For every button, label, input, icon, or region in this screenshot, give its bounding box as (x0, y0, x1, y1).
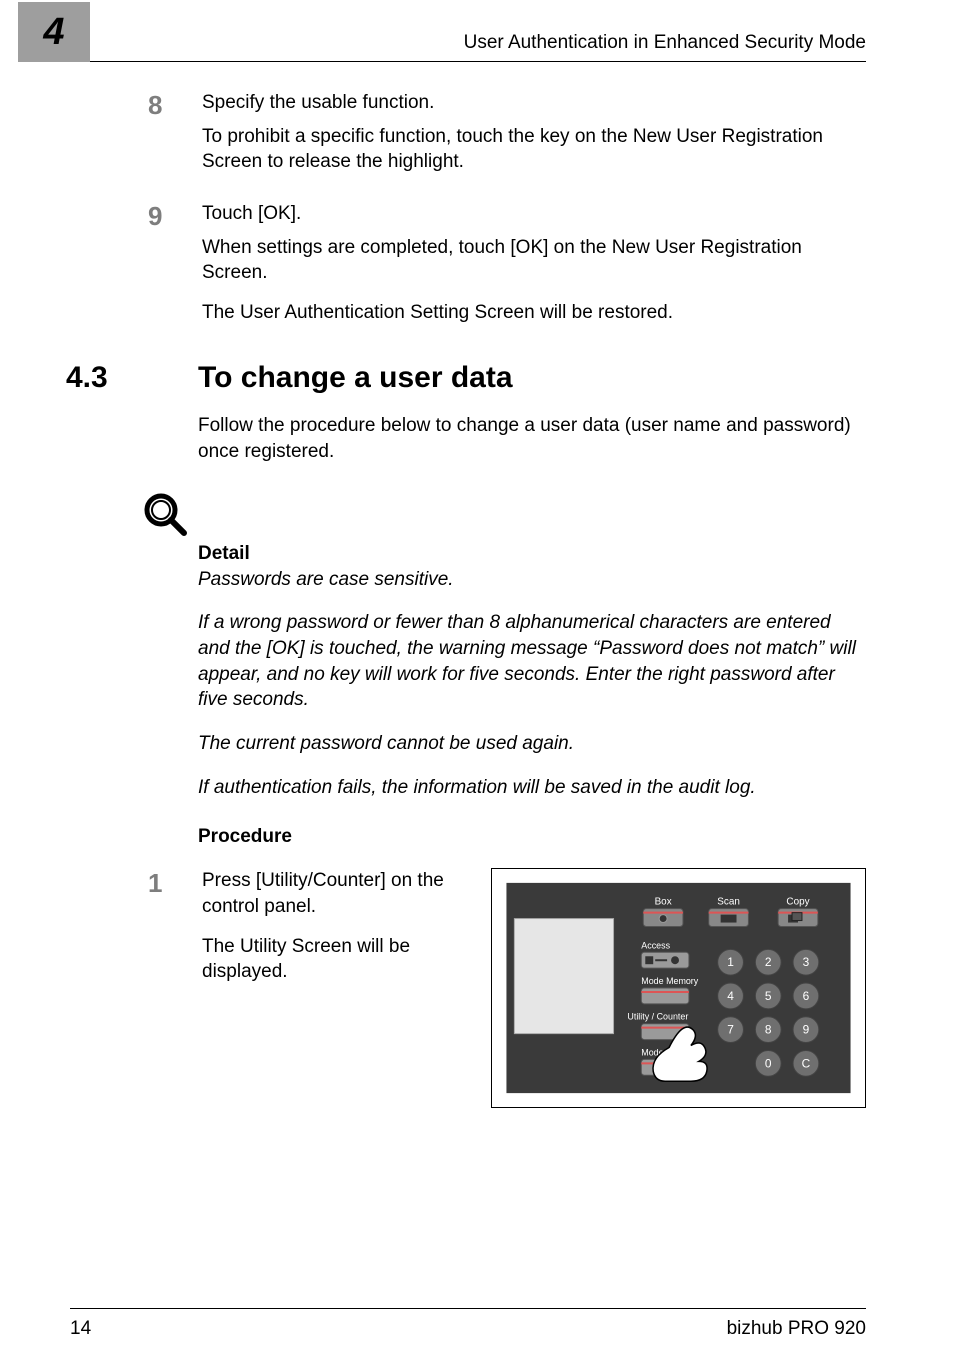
step-text: To prohibit a specific function, touch t… (202, 124, 866, 175)
step-text: The User Authentication Setting Screen w… (202, 300, 866, 326)
keypad-key: 8 (765, 1023, 772, 1037)
detail-text: The current password cannot be used agai… (198, 731, 866, 757)
panel-label-mode-memory: Mode Memory (641, 976, 698, 986)
step-text: Specify the usable function. (202, 90, 866, 116)
panel-label-utility-counter: Utility / Counter (627, 1012, 688, 1022)
section-title: To change a user data (198, 361, 513, 395)
panel-label-box: Box (655, 897, 672, 908)
panel-label-scan: Scan (717, 897, 740, 908)
step-number: 1 (148, 868, 202, 896)
section-number: 4.3 (66, 361, 198, 395)
model-name: bizhub PRO 920 (727, 1318, 866, 1340)
step-text: Press [Utility/Counter] on the control p… (202, 868, 467, 919)
page-number: 14 (70, 1318, 91, 1340)
control-panel-svg: Box Scan Copy (492, 869, 865, 1107)
keypad-key: 4 (727, 989, 734, 1003)
detail-text: If a wrong password or fewer than 8 alph… (198, 610, 866, 713)
panel-label-access: Access (641, 941, 670, 951)
section-heading: 4.3 To change a user data (66, 361, 866, 395)
panel-label-copy: Copy (786, 897, 809, 908)
detail-text: Passwords are case sensitive. (198, 567, 866, 593)
chapter-tab: 4 (18, 2, 90, 62)
keypad-key: 2 (765, 955, 772, 969)
step-number: 8 (148, 90, 202, 175)
running-head: User Authentication in Enhanced Security… (464, 32, 866, 54)
header-rule (90, 61, 866, 62)
keypad-key: 0 (765, 1057, 772, 1071)
control-panel-figure: Box Scan Copy (491, 868, 866, 1108)
keypad-key: 5 (765, 989, 772, 1003)
step-1: 1 Press [Utility/Counter] on the control… (148, 868, 866, 1108)
step-9: 9 Touch [OK]. When settings are complete… (148, 201, 866, 326)
keypad-key: 3 (803, 955, 810, 969)
magnifier-icon (140, 489, 954, 539)
footer-rule (70, 1308, 866, 1309)
detail-heading: Detail (198, 543, 954, 565)
keypad-key: C (802, 1057, 811, 1071)
keypad-key: 6 (803, 989, 810, 1003)
step-text: When settings are completed, touch [OK] … (202, 235, 866, 286)
step-number: 9 (148, 201, 202, 326)
chapter-number: 4 (43, 11, 64, 54)
section-intro: Follow the procedure below to change a u… (198, 413, 866, 464)
step-8: 8 Specify the usable function. To prohib… (148, 90, 866, 175)
keypad-key: 7 (727, 1023, 734, 1037)
keypad-key: 1 (727, 955, 734, 969)
keypad-key: 9 (803, 1023, 810, 1037)
procedure-heading: Procedure (198, 826, 954, 848)
step-text: The Utility Screen will be displayed. (202, 934, 467, 985)
detail-text: If authentication fails, the information… (198, 775, 866, 801)
step-text: Touch [OK]. (202, 201, 866, 227)
